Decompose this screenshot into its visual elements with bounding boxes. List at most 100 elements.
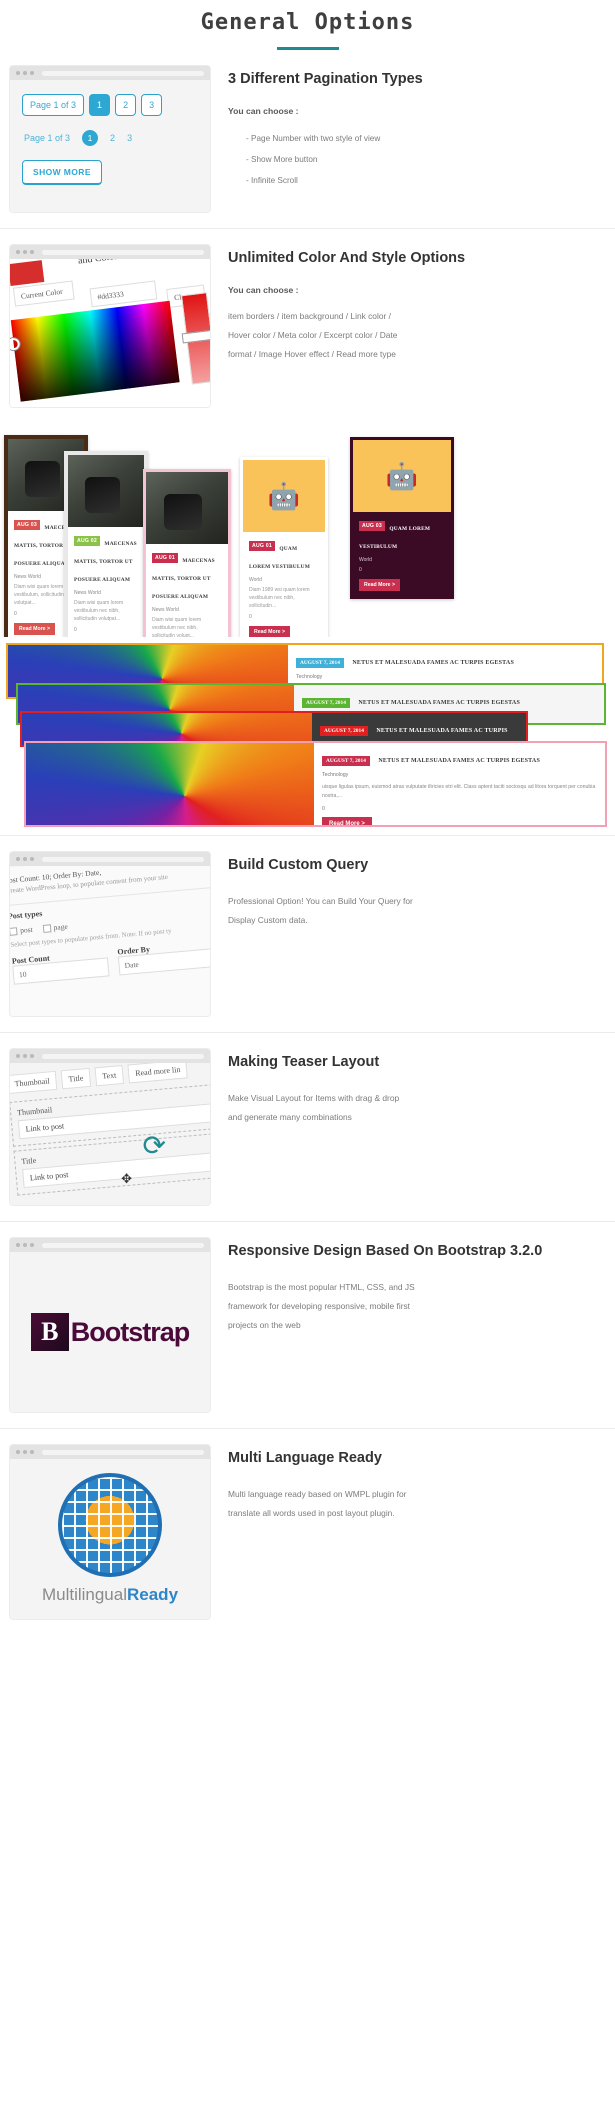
- bootstrap-wordmark: Bootstrap: [70, 1316, 190, 1347]
- balloon-title[interactable]: NETUS ET MALESUADA FAMES AC TURPIS EGEST…: [358, 700, 520, 706]
- teaser-body: Make Visual Layout for Items with drag &…: [228, 1089, 605, 1128]
- bootstrap-logo: B Bootstrap: [30, 1313, 190, 1351]
- pagination-boxed: Page 1 of 3 1 2 3: [22, 94, 198, 116]
- window-dot-green: [30, 250, 34, 254]
- card-read-more[interactable]: Read More >: [14, 623, 55, 635]
- balloon-date-badge: AUGUST 7, 2014: [302, 698, 350, 708]
- balloon-tag[interactable]: Technology: [296, 674, 594, 680]
- card-read-more[interactable]: Read More >: [249, 626, 290, 637]
- browser-titlebar: [10, 245, 210, 259]
- page-circle-2[interactable]: 2: [110, 133, 115, 143]
- balloon-read-more[interactable]: Read More >: [322, 816, 372, 825]
- multilang-body-line: translate all words used in post layout …: [228, 1507, 395, 1518]
- browser-titlebar: [10, 66, 210, 80]
- checkbox-page[interactable]: page: [42, 922, 68, 933]
- browser-titlebar: [10, 1445, 210, 1459]
- address-bar[interactable]: [42, 1449, 204, 1455]
- order-by-group: Order By Date: [117, 939, 210, 976]
- browser-titlebar: [10, 852, 210, 866]
- query-body-line: Professional Option! You can Build Your …: [228, 895, 413, 906]
- select-value: Link to post: [29, 1170, 69, 1183]
- show-more-button[interactable]: SHOW MORE: [22, 160, 102, 185]
- card-body: AUG 02 MAECENAS MATTIS, TORTOR UT POSUER…: [68, 527, 144, 637]
- card-tags[interactable]: News World: [152, 607, 222, 613]
- card-comment-count: 0: [74, 627, 77, 633]
- bootstrap-mark-icon: B: [30, 1313, 69, 1351]
- card-date-badge: AUG 01: [249, 540, 275, 551]
- card-excerpt: Diam wisi quam lorem vestibulum nec nibh…: [152, 617, 202, 637]
- address-bar[interactable]: [42, 70, 204, 76]
- browser-titlebar: [10, 1238, 210, 1252]
- page-circle-1[interactable]: 1: [82, 130, 99, 146]
- browser-content: and Color Current Color #dd3333 Clear: [10, 259, 210, 407]
- bootstrap-body-line: framework for developing responsive, mob…: [228, 1300, 411, 1311]
- checkbox-post[interactable]: post: [10, 925, 33, 936]
- balloon-date-badge: AUGUST 7, 2014: [322, 756, 370, 766]
- card-comment-count: 0: [249, 614, 252, 620]
- address-bar[interactable]: [42, 1242, 204, 1248]
- card-tags[interactable]: World: [359, 557, 445, 563]
- balloon-thumbnail: [26, 743, 314, 825]
- balloon-tag[interactable]: Technology: [322, 772, 597, 778]
- checkbox-icon[interactable]: [42, 923, 51, 933]
- window-dot-red: [16, 857, 20, 861]
- card-title[interactable]: MAECENAS MATTIS, TORTOR UT POSUERE ALIQU…: [74, 541, 137, 583]
- card-thumbnail: 🤖: [243, 460, 325, 532]
- balloon-row[interactable]: AUGUST 7, 2014 NETUS ET MALESUADA FAMES …: [24, 741, 607, 827]
- card-read-more[interactable]: Read More >: [359, 579, 400, 591]
- bootstrap-body-line: projects on the web: [228, 1320, 301, 1331]
- page-indicator-boxed: Page 1 of 3: [22, 94, 85, 116]
- teaser-panel: Thumbnail Title Text Read more lin Thumb…: [10, 1063, 210, 1205]
- section-bootstrap: B Bootstrap Responsive Design Based On B…: [0, 1222, 615, 1429]
- teaser-text: Making Teaser Layout Make Visual Layout …: [210, 1049, 605, 1127]
- tab-thumbnail[interactable]: Thumbnail: [10, 1070, 58, 1095]
- bootstrap-body: Bootstrap is the most popular HTML, CSS,…: [228, 1278, 605, 1336]
- balloon-comment-count: 0: [322, 805, 325, 812]
- pagination-mock: Page 1 of 3 1 2 3 Page 1 of 3 1 2 3 SHOW…: [10, 66, 210, 212]
- balloon-title[interactable]: NETUS ET MALESUADA FAMES AC TURPIS EGEST…: [352, 660, 514, 666]
- card-tags[interactable]: World: [249, 577, 319, 583]
- pagination-plain: Page 1 of 3 1 2 3: [22, 130, 198, 146]
- tab-read-more-link[interactable]: Read more lin: [127, 1063, 189, 1084]
- tab-text[interactable]: Text: [94, 1064, 125, 1087]
- page-button-2[interactable]: 2: [115, 94, 137, 116]
- colorpicker-mock: and Color Current Color #dd3333 Clear: [10, 245, 210, 407]
- address-bar[interactable]: [42, 856, 204, 862]
- post-card[interactable]: 🤖 AUG 03 QUAM LOREM VESTIBULUM World 0 R…: [350, 437, 454, 599]
- tab-title[interactable]: Title: [60, 1067, 92, 1090]
- card-title[interactable]: MAECENAS MATTIS, TORTOR UT POSUERE ALIQU…: [152, 558, 215, 600]
- card-date-badge: AUG 03: [14, 519, 40, 530]
- card-thumbnail: [68, 455, 144, 527]
- balloon-text: AUGUST 7, 2014 NETUS ET MALESUADA FAMES …: [314, 743, 605, 825]
- bootstrap-text: Responsive Design Based On Bootstrap 3.2…: [210, 1238, 605, 1336]
- teaser-body-line: and generate many combinations: [228, 1111, 352, 1122]
- section-title-query: Build Custom Query: [228, 857, 369, 873]
- page-button-1[interactable]: 1: [89, 94, 111, 116]
- page-button-3[interactable]: 3: [141, 94, 163, 116]
- drag-move-icon[interactable]: ✥: [121, 1171, 132, 1187]
- post-card[interactable]: AUG 02 MAECENAS MATTIS, TORTOR UT POSUER…: [64, 451, 148, 637]
- card-excerpt: Diam 1989 wsi quam lorem vestibulum nec …: [249, 587, 310, 609]
- address-bar[interactable]: [42, 249, 204, 255]
- color-swatch[interactable]: [10, 260, 45, 287]
- balloon-date-badge: AUGUST 7, 2014: [320, 726, 368, 736]
- bootstrap-mock: B Bootstrap: [10, 1238, 210, 1412]
- card-excerpt: Diam wisi quam lorem vestibulum nec nibh…: [74, 600, 124, 622]
- globe-icon: [57, 1473, 162, 1577]
- browser-window: Post Count: 10; Order By: Date, Create W…: [10, 852, 210, 1016]
- card-body: AUG 01 QUAM LOREM VESTIBULUM World Diam …: [243, 532, 325, 637]
- list-item: - Page Number with two style of view: [246, 133, 381, 143]
- browser-titlebar: [10, 1049, 210, 1063]
- section-title-pagination: 3 Different Pagination Types: [228, 71, 423, 87]
- post-card[interactable]: 🤖 AUG 01 QUAM LOREM VESTIBULUM World Dia…: [240, 457, 328, 637]
- colors-body-line: format / Image Hover effect / Read more …: [228, 349, 396, 360]
- page-circle-3[interactable]: 3: [127, 133, 132, 143]
- saturation-gradient[interactable]: [10, 300, 180, 402]
- post-card[interactable]: AUG 01 MAECENAS MATTIS, TORTOR UT POSUER…: [143, 469, 231, 637]
- balloon-title[interactable]: NETUS ET MALESUADA FAMES AC TURPIS EGEST…: [378, 758, 540, 764]
- card-tags[interactable]: News World: [74, 590, 138, 596]
- address-bar[interactable]: [42, 1053, 204, 1059]
- multilingual-word-2: Ready: [127, 1585, 179, 1604]
- checkbox-icon[interactable]: [10, 926, 18, 936]
- window-dot-red: [16, 250, 20, 254]
